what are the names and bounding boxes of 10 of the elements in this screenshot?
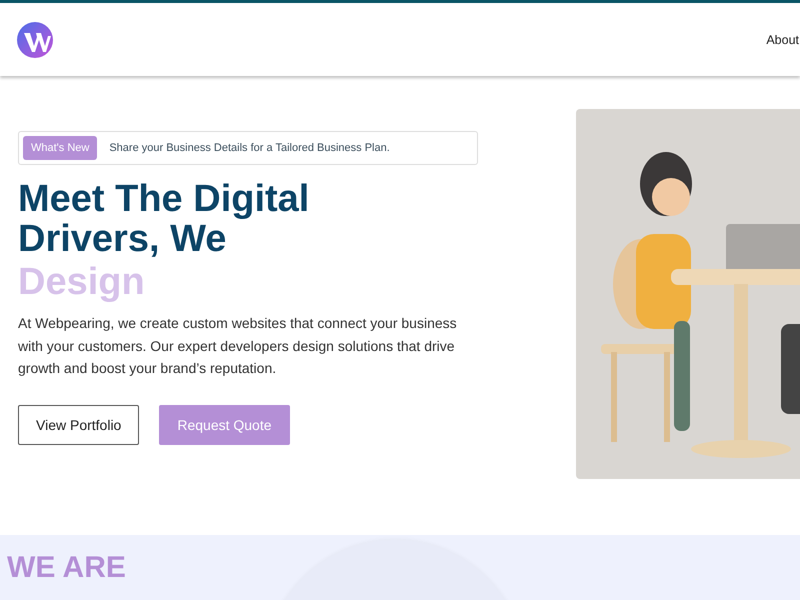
hero-title: Drivers, We	[18, 219, 226, 259]
nav-link[interactable]: About	[766, 32, 799, 46]
logo-icon[interactable]	[17, 22, 53, 58]
hero-description: At Webpearing, we create custom websites that connect your business with your customers. Our expert developers design solutions that drive growth and boost your brand’s reputation.	[18, 314, 458, 378]
view-portfolio-button[interactable]: View Portfolio	[18, 404, 140, 444]
hero-title: Meet The Digital	[18, 179, 310, 219]
whats-new-tag: What's New	[23, 136, 98, 160]
section-eyebrow: WE ARE	[7, 552, 126, 584]
announcement-text: Share your Business Details for a Tailored Business Plan.	[109, 142, 390, 154]
hero-title-accent: Design	[18, 262, 146, 302]
